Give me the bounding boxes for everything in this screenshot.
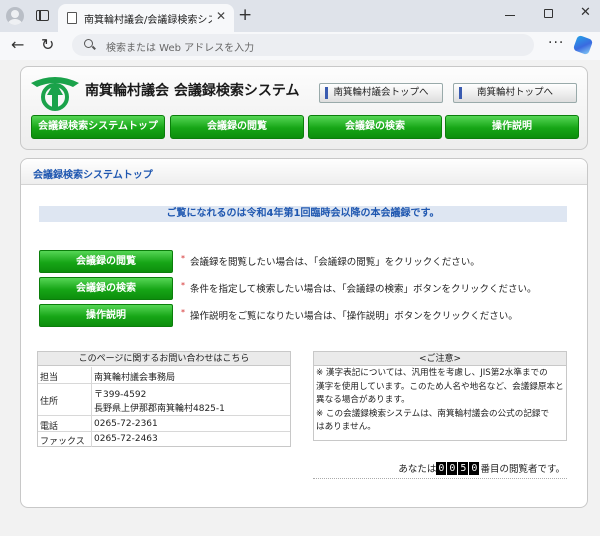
caution-box: <ご注意> ※ 漢字表記については、汎用性を考慮し、JIS第2水準までの 漢字を… [313, 351, 567, 441]
site-header: 南箕輪村議会 会議録検索システム 南箕輪村議会トップへ 南箕輪村トップへ 会議録… [20, 66, 588, 150]
star-mark: * [181, 254, 185, 263]
caution-line: はありません。 [316, 422, 376, 432]
counter-prefix: あなたは [398, 464, 437, 475]
content-header: 会議録検索システムトップ [21, 159, 587, 185]
page-icon [67, 12, 77, 24]
window-close-icon[interactable]: ✕ [580, 5, 591, 20]
tab-close-icon[interactable]: ✕ [216, 9, 226, 23]
site-title: 南箕輪村議会 会議録検索システム [85, 83, 300, 99]
counter-line: あなたは 0 0 5 0 番目の閲覧者です。 [398, 461, 565, 475]
postal-code: 〒399-4592 [94, 390, 147, 400]
caution-line: 異なる場合があります。 [316, 395, 410, 405]
browse-description-text: 会議録を閲覧したい場合は、「会議録の閲覧」をクリックください。 [190, 257, 480, 268]
help-button[interactable]: 操作説明 [39, 304, 173, 327]
tab-title: 南箕輪村議会/会議録検索システム [84, 15, 212, 26]
visitor-counter: あなたは 0 0 5 0 番目の閲覧者です。 [313, 459, 567, 479]
contact-row-fax: ファックス 0265-72-2463 [38, 432, 290, 447]
page-content: 南箕輪村議会 会議録検索システム 南箕輪村議会トップへ 南箕輪村トップへ 会議録… [0, 60, 600, 536]
counter-digit: 0 [447, 461, 458, 475]
contact-label: ファックス [40, 437, 85, 447]
assembly-top-link[interactable]: 南箕輪村議会トップへ [319, 83, 443, 103]
browser-toolbar: ← ↻ 検索または Web アドレスを入力 ··· [0, 32, 600, 60]
browser-tabbar: 南箕輪村議会/会議録検索システム ✕ + ✕ [0, 0, 600, 32]
search-description-text: 条件を指定して検索したい場合は、「会議録の検索」ボタンをクリックください。 [190, 284, 537, 295]
village-top-link[interactable]: 南箕輪村トップへ [453, 83, 577, 103]
menu-help-button[interactable]: 操作説明 [445, 115, 579, 139]
counter-digits: 0050 [436, 461, 480, 475]
content-panel: 会議録検索システムトップ ご覧になれるのは令和4年第1回臨時会以降の本会議録です… [20, 158, 588, 508]
profile-avatar-icon[interactable] [6, 7, 24, 25]
menu-system-top-button[interactable]: 会議録検索システムトップ [31, 115, 165, 139]
contact-box: このページに関するお問い合わせはこちら 担当 南箕輪村議会事務局 住所 〒399… [37, 351, 291, 447]
caution-body: ※ 漢字表記については、汎用性を考慮し、JIS第2水準までの 漢字を使用していま… [314, 366, 566, 436]
caution-heading: <ご注意> [314, 352, 566, 366]
section-title: 会議録検索システムトップ [33, 170, 153, 181]
browse-minutes-button[interactable]: 会議録の閲覧 [39, 250, 173, 273]
search-description: * 条件を指定して検索したい場合は、「会議録の検索」ボタンをクリックください。 [181, 281, 536, 295]
contact-value: 南箕輪村議会事務局 [94, 373, 176, 383]
counter-digit: 0 [469, 461, 480, 475]
maximize-icon[interactable] [544, 9, 553, 18]
help-description-text: 操作説明をご覧になりたい場合は、「操作説明」ボタンをクリックください。 [190, 311, 518, 322]
browse-description: * 会議録を閲覧したい場合は、「会議録の閲覧」をクリックください。 [181, 254, 480, 268]
contact-label: 電話 [40, 422, 59, 432]
counter-suffix: 番目の閲覧者です。 [480, 464, 565, 475]
help-description: * 操作説明をご覧になりたい場合は、「操作説明」ボタンをクリックください。 [181, 308, 518, 322]
caution-line: ※ 漢字表記については、汎用性を考慮し、JIS第2水準までの [316, 368, 548, 378]
fax-number: 0265-72-2463 [94, 434, 158, 444]
reload-icon[interactable]: ↻ [41, 35, 54, 54]
address-input[interactable]: 検索または Web アドレスを入力 [106, 39, 254, 54]
star-mark: * [181, 281, 185, 290]
browser-tab[interactable]: 南箕輪村議会/会議録検索システム ✕ [58, 4, 234, 32]
contact-heading: このページに関するお問い合わせはこちら [38, 352, 290, 366]
tab-actions-icon[interactable] [36, 10, 49, 21]
contact-row-phone: 電話 0265-72-2361 [38, 416, 290, 432]
caution-line: 漢字を使用しています。このため人名や地名など、会議録原本と [316, 381, 564, 392]
search-icon [84, 39, 93, 48]
caution-line: ※ この会議録検索システムは、南箕輪村議会の公式の記録で [316, 408, 550, 419]
phone-number: 0265-72-2361 [94, 419, 158, 429]
minimize-icon[interactable] [505, 15, 515, 16]
counter-digit: 5 [458, 461, 469, 475]
back-arrow-icon[interactable]: ← [11, 35, 24, 54]
contact-label: 住所 [40, 397, 59, 407]
village-emblem-logo [31, 77, 79, 111]
menu-search-button[interactable]: 会議録の検索 [308, 115, 442, 139]
counter-digit: 0 [436, 461, 447, 475]
availability-notice: ご覧になれるのは令和4年第1回臨時会以降の本会議録です。 [39, 206, 567, 222]
copilot-icon[interactable] [572, 34, 594, 56]
contact-row-address: 住所 〒399-4592 長野県上伊那郡南箕輪村4825-1 [38, 384, 290, 416]
star-mark: * [181, 308, 185, 317]
more-menu-icon[interactable]: ··· [548, 35, 564, 51]
street-address: 長野県上伊那郡南箕輪村4825-1 [94, 404, 225, 414]
search-minutes-button[interactable]: 会議録の検索 [39, 277, 173, 300]
address-bar[interactable]: 検索または Web アドレスを入力 [72, 34, 534, 56]
new-tab-icon[interactable]: + [238, 5, 252, 25]
contact-row-department: 担当 南箕輪村議会事務局 [38, 367, 290, 384]
contact-label: 担当 [40, 373, 59, 383]
menu-browse-button[interactable]: 会議録の閲覧 [170, 115, 304, 139]
main-menu: 会議録検索システムトップ 会議録の閲覧 会議録の検索 操作説明 [31, 115, 579, 139]
